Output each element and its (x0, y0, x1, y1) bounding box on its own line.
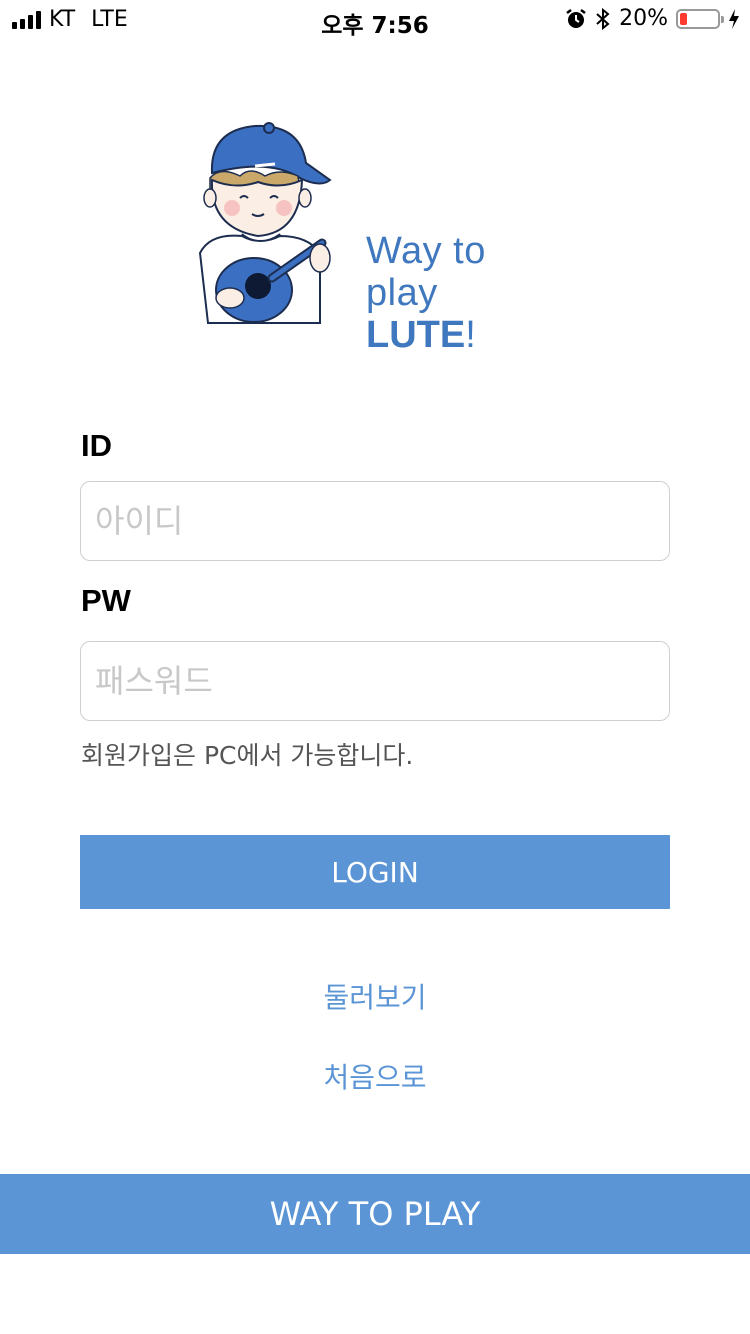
logo-title-word: LUTE (366, 314, 466, 356)
status-bar: KT LTE 오후 7:56 20% (0, 0, 750, 42)
battery-icon (676, 8, 724, 29)
app-logo: Way to play LUTE! (180, 118, 560, 356)
logo-title-exclamation: ! (465, 314, 476, 356)
battery-level (680, 12, 687, 25)
browse-link[interactable]: 둘러보기 (0, 976, 750, 1016)
logo-tagline: Way to play (366, 230, 486, 314)
id-input[interactable] (80, 481, 670, 561)
signup-note: 회원가입은 PC에서 가능합니다. (81, 741, 414, 770)
bluetooth-icon (596, 7, 610, 30)
status-right: 20% (565, 6, 740, 31)
login-button[interactable]: LOGIN (80, 835, 670, 909)
logo-text: Way to play LUTE! (366, 230, 560, 356)
password-input[interactable] (80, 641, 670, 721)
id-label: ID (81, 428, 112, 463)
alarm-icon (566, 8, 586, 28)
logo-title: LUTE! (366, 314, 560, 356)
charging-icon (729, 8, 739, 29)
way-to-play-button[interactable]: WAY TO PLAY (0, 1174, 750, 1254)
pw-label: PW (81, 583, 131, 618)
home-link[interactable]: 처음으로 (0, 1056, 750, 1096)
lute-player-mascot-icon (198, 122, 332, 324)
battery-percent: 20% (619, 6, 668, 31)
